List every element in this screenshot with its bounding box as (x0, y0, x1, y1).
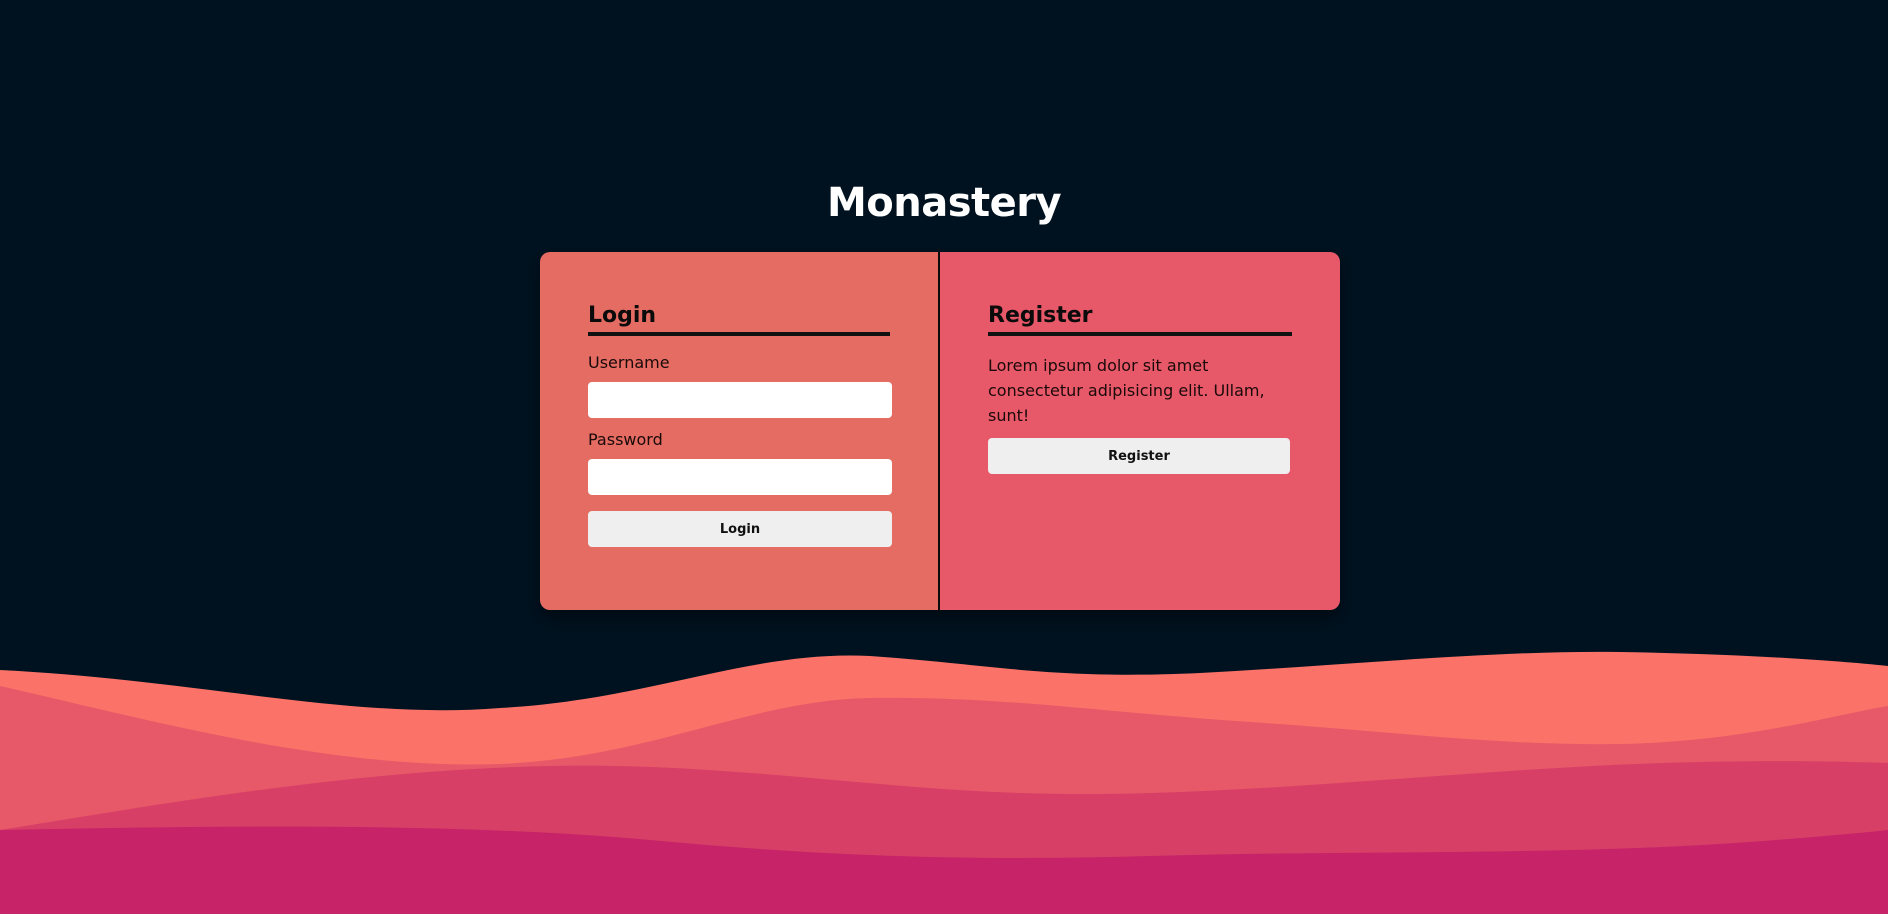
register-panel: Register Lorem ipsum dolor sit amet cons… (940, 252, 1340, 610)
password-label: Password (588, 430, 663, 449)
register-description: Lorem ipsum dolor sit amet consectetur a… (988, 356, 1265, 425)
site-title: Monastery (826, 180, 1062, 226)
register-heading: Register (988, 302, 1292, 336)
login-heading: Login (588, 302, 890, 336)
register-button[interactable]: Register (988, 438, 1290, 474)
login-panel: Login Username Password Login (540, 252, 940, 610)
auth-card: Login Username Password Login Register L… (540, 252, 1340, 610)
login-button[interactable]: Login (588, 511, 892, 547)
username-input[interactable] (588, 382, 892, 418)
password-input[interactable] (588, 459, 892, 495)
page: Monastery Login Username Password Login … (0, 0, 1888, 914)
username-label: Username (588, 353, 670, 372)
